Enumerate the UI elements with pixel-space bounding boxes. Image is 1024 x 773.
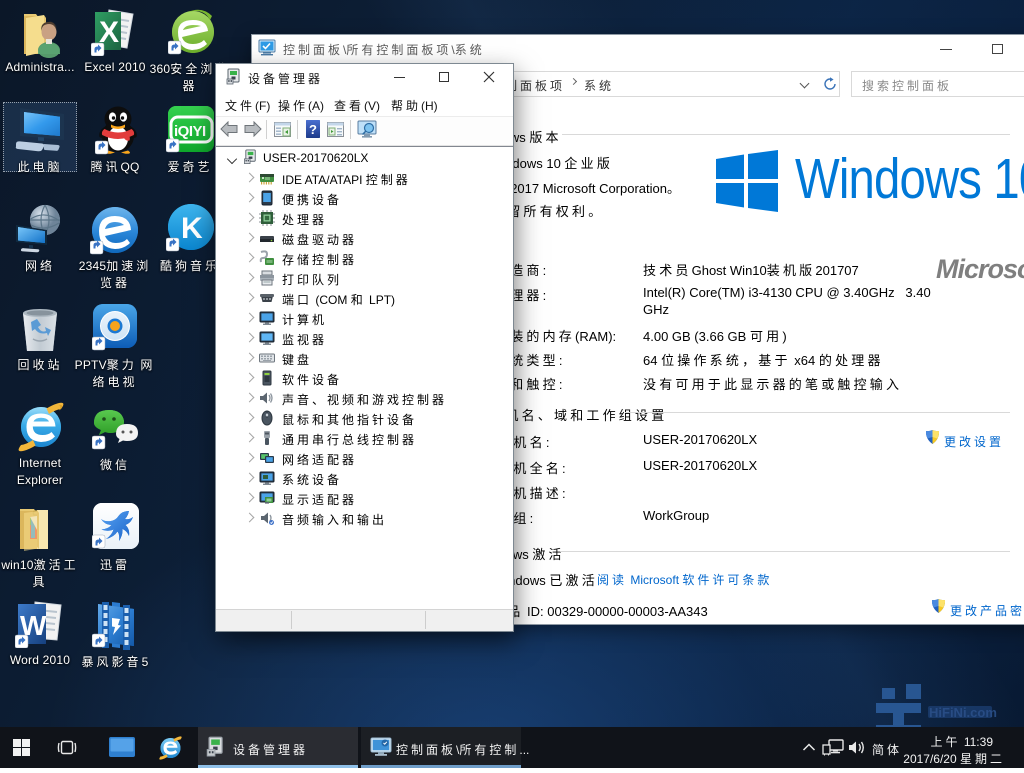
svg-text:iQIYI: iQIYI — [174, 123, 206, 140]
svg-text:HiFiNi.com: HiFiNi.com — [929, 705, 997, 720]
svg-text:K: K — [181, 212, 203, 245]
svg-text:?: ? — [309, 122, 317, 137]
